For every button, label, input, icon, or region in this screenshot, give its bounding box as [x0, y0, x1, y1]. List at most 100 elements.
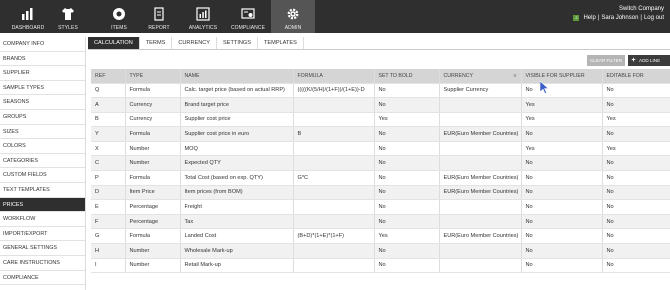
tab-calculation[interactable]: CALCULATION	[88, 37, 140, 49]
sidebar-item-import-export[interactable]: IMPORT/EXPORT	[0, 227, 85, 242]
cell-editable: No	[602, 97, 670, 113]
separator: |	[597, 15, 600, 21]
table-row[interactable]: X Number MOQ No Yes Yes	[91, 141, 670, 157]
add-line-button[interactable]: + ADD LINE	[628, 55, 670, 66]
table-row[interactable]: F Percentage Tax No No No	[91, 214, 670, 230]
column-header-formula[interactable]: FORMULA	[293, 69, 375, 84]
sidebar-item-groups[interactable]: GROUPS	[0, 110, 85, 125]
sidebar-item-prices[interactable]: PRICES	[0, 197, 85, 213]
cell-name: Expected QTY	[180, 155, 294, 172]
cell-type: Number	[125, 243, 181, 259]
cell-currency	[439, 97, 522, 113]
cell-visible: No	[521, 126, 603, 142]
notification-badge-icon[interactable]: 2	[573, 15, 580, 21]
tab-terms[interactable]: TERMS	[140, 37, 173, 49]
cell-name: Freight	[180, 199, 294, 215]
table-row[interactable]: Q Formula Calc. target price (based on act…	[91, 83, 670, 99]
sidebar-item-sample-types[interactable]: SAMPLE TYPES	[0, 81, 85, 96]
table-row[interactable]: B Currency Supplier cost price Yes Yes Yes	[91, 112, 670, 128]
table-row[interactable]: P Formula Total Cost (based on exp. QTY) G*…	[91, 170, 670, 186]
sidebar-item-seasons[interactable]: SEASONS	[0, 95, 85, 110]
sidebar-item-categories[interactable]: CATEGORIES	[0, 154, 85, 169]
sidebar-item-general-settings[interactable]: GENERAL SETTINGS	[0, 241, 85, 256]
top-navigation-bar: DASHBOARD STYLES ITEMS REPORT ANALYTICS …	[0, 0, 670, 33]
column-header-type[interactable]: TYPE	[125, 69, 181, 84]
nav-items[interactable]: ITEMS	[97, 0, 141, 33]
nav-dashboard[interactable]: DASHBOARD	[6, 0, 50, 33]
cell-ref: F	[91, 214, 126, 230]
cell-formula: G*C	[293, 170, 375, 186]
nav-report[interactable]: REPORT	[137, 0, 181, 33]
cell-editable: No	[602, 126, 670, 142]
table-row[interactable]: C Number Expected QTY No No No	[91, 155, 670, 172]
cell-bold: No	[374, 83, 440, 99]
tab-settings[interactable]: SETTINGS	[217, 37, 259, 49]
cell-bold: Yes	[374, 112, 440, 128]
cell-editable: Yes	[602, 112, 670, 128]
cell-editable: No	[602, 155, 670, 172]
sidebar-item-sizes[interactable]: SIZES	[0, 125, 85, 140]
column-header-currency[interactable]: CURRENCY ≡	[439, 69, 522, 84]
sidebar-item-colors[interactable]: COLORS	[0, 139, 85, 154]
cell-formula	[293, 141, 375, 157]
sidebar-item-custom-fields[interactable]: CUSTOM FIELDS	[0, 168, 85, 183]
table-row[interactable]: Y Formula Supplier cost price in euro B No EU…	[91, 126, 670, 142]
cell-ref: C	[91, 155, 126, 172]
nav-styles[interactable]: STYLES	[46, 0, 90, 33]
column-header-name[interactable]: NAME	[180, 69, 294, 84]
sidebar-item-company-info[interactable]: COMPANY INFO	[0, 37, 85, 52]
table-row[interactable]: G Formula Landed Cost (B+D)*(1+E)*(1+F) Yes E…	[91, 228, 670, 245]
nav-label: ITEMS	[111, 25, 127, 31]
sidebar-item-compliance[interactable]: COMPLIANCE	[0, 271, 85, 286]
cell-visible: No	[521, 228, 603, 245]
sidebar-item-brands[interactable]: BRANDS	[0, 52, 85, 67]
sidebar-item-care-instructions[interactable]: CARE INSTRUCTIONS	[0, 256, 85, 271]
column-header-ref[interactable]: REF	[91, 69, 126, 84]
cell-name: Supplier cost price	[180, 112, 294, 128]
plus-icon: +	[631, 57, 636, 64]
table-row[interactable]: A Currency Brand target price No Yes No	[91, 97, 670, 113]
cell-currency: Supplier Currency	[439, 83, 522, 99]
tab-currency[interactable]: CURRENCY	[172, 37, 218, 49]
nav-compliance[interactable]: COMPLIANCE	[226, 0, 270, 33]
column-header-editable-for[interactable]: EDITABLE FOR	[602, 69, 670, 84]
cell-editable: No	[602, 185, 670, 201]
nav-label: ANALYTICS	[188, 25, 218, 31]
cell-visible: No	[521, 83, 603, 99]
nav-admin[interactable]: ADMIN	[271, 0, 315, 33]
table-row[interactable]: E Percentage Freight No No No	[91, 199, 670, 215]
logout-link[interactable]: Log out	[644, 15, 664, 21]
cell-currency	[439, 243, 522, 259]
table-row[interactable]: I Number Retail Mark-up No No No	[91, 258, 670, 274]
nav-analytics[interactable]: ANALYTICS	[181, 0, 225, 33]
sidebar-item-supplier[interactable]: SUPPLIER	[0, 66, 85, 81]
cell-ref: I	[91, 258, 126, 274]
cell-visible: No	[521, 199, 603, 215]
cell-name: Total Cost (based on exp. QTY)	[180, 170, 294, 186]
table-row[interactable]: H Number Wholesale Mark-up No No No	[91, 243, 670, 259]
sidebar-item-text-templates[interactable]: TEXT TEMPLATES	[0, 183, 85, 198]
cell-type: Percentage	[125, 199, 181, 215]
help-link[interactable]: Help	[583, 15, 595, 21]
clear-filter-button[interactable]: CLEAR FILTER	[587, 55, 625, 66]
cell-ref: X	[91, 141, 126, 157]
sidebar-item-workflow[interactable]: WORKFLOW	[0, 212, 85, 227]
cell-bold: No	[374, 126, 440, 142]
column-menu-icon[interactable]: ≡	[514, 73, 517, 79]
cell-editable: No	[602, 83, 670, 99]
cell-name: MOQ	[180, 141, 294, 157]
cell-formula	[293, 258, 375, 274]
cell-bold: No	[374, 97, 440, 113]
analytics-icon	[195, 6, 211, 22]
cell-visible: No	[521, 214, 603, 230]
cell-bold: No	[374, 185, 440, 201]
nav-label: DASHBOARD	[11, 25, 45, 31]
user-name[interactable]: Sara Johnson	[601, 15, 638, 21]
cell-formula	[293, 155, 375, 172]
cell-formula: (B+D)*(1+E)*(1+F)	[293, 228, 375, 245]
table-row[interactable]: D Item Price Item prices (from BOM) No EUR(E…	[91, 185, 670, 201]
column-header-visible-for-supplier[interactable]: VISIBLE FOR SUPPLIER	[521, 69, 603, 84]
column-header-set-to-bold[interactable]: SET TO BOLD	[374, 69, 440, 84]
tab-templates[interactable]: TEMPLATES	[258, 37, 304, 49]
cell-bold: No	[374, 258, 440, 274]
